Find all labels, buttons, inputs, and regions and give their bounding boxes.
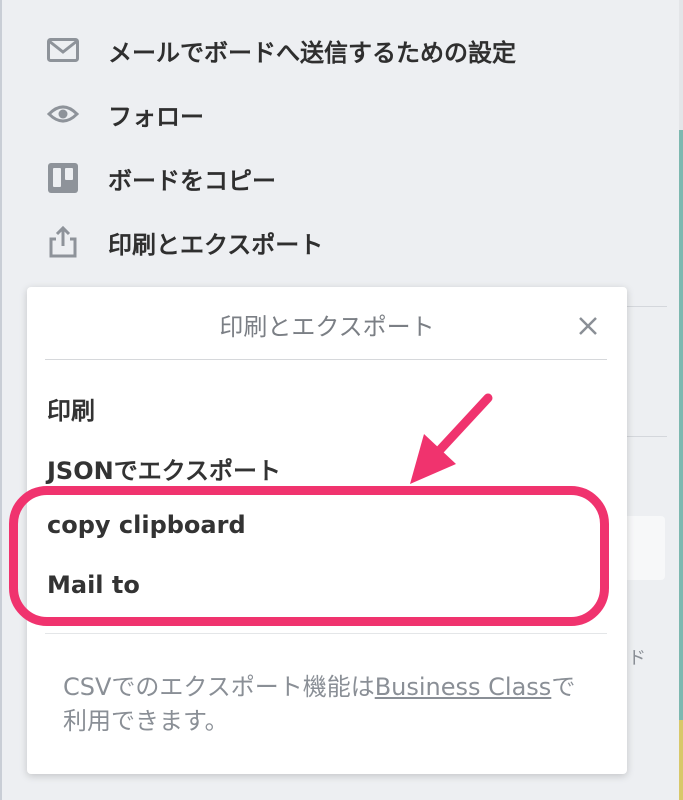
business-class-link[interactable]: Business Class xyxy=(375,673,552,701)
board-icon xyxy=(46,161,80,195)
popover-title: 印刷とエクスポート xyxy=(219,313,435,341)
close-icon[interactable] xyxy=(575,313,601,339)
print-export-popover: 印刷とエクスポート 印刷 JSONでエクスポート copy clipboard … xyxy=(27,287,627,774)
eye-icon xyxy=(46,97,80,131)
menu-item-copy-board[interactable]: ボードをコピー xyxy=(46,158,276,198)
mail-to-option[interactable]: Mail to xyxy=(47,571,140,599)
board-background-strip xyxy=(679,0,683,800)
export-json-option[interactable]: JSONでエクスポート xyxy=(47,451,281,486)
background-text-fragment: ド xyxy=(628,648,646,669)
csv-export-note: CSVでのエクスポート機能はBusiness Classで利用できます。 xyxy=(63,670,583,738)
menu-item-label: 印刷とエクスポート xyxy=(108,230,324,259)
menu-item-email-to-board[interactable]: メールでボードへ送信するための設定 xyxy=(46,30,516,70)
copy-clipboard-option[interactable]: copy clipboard xyxy=(47,511,246,539)
menu-item-print-export[interactable]: 印刷とエクスポート xyxy=(46,222,323,262)
menu-item-label: ボードをコピー xyxy=(108,166,276,195)
popover-divider xyxy=(45,359,607,360)
envelope-icon xyxy=(46,33,80,67)
popover-divider xyxy=(45,633,607,634)
menu-item-follow[interactable]: フォロー xyxy=(46,94,204,134)
window-left-border xyxy=(0,0,2,800)
print-option[interactable]: 印刷 xyxy=(47,391,95,426)
menu-item-label: フォロー xyxy=(108,102,204,131)
menu-item-label: メールでボードへ送信するための設定 xyxy=(108,38,516,67)
share-upload-icon xyxy=(46,225,80,259)
note-text: CSVでのエクスポート機能は xyxy=(63,673,375,701)
